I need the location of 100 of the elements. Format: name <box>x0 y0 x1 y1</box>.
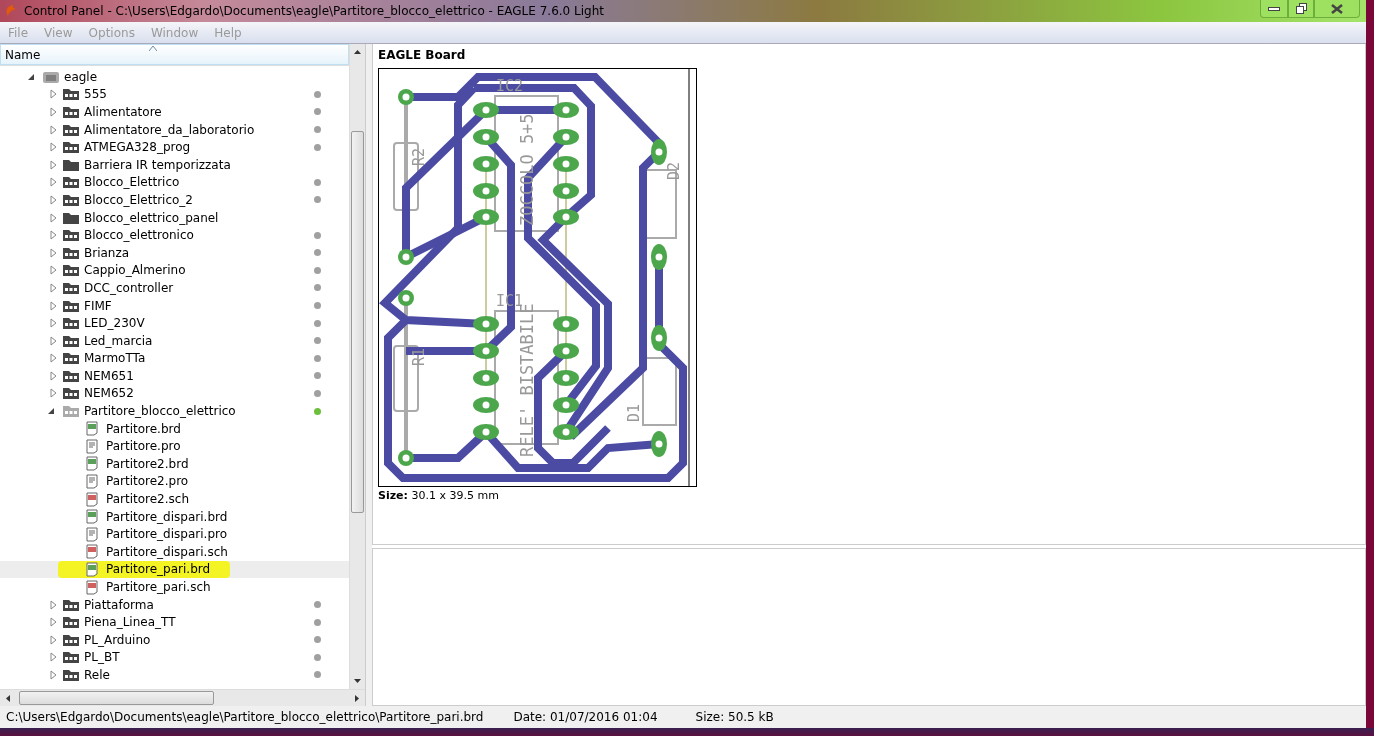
project-folder-icon <box>62 105 80 119</box>
tree-row[interactable]: Blocco_elettronico <box>0 226 349 244</box>
tree-item-label: NEM651 <box>84 368 134 383</box>
tree-item-label: Partitore_dispari.sch <box>106 544 228 559</box>
project-folder-icon <box>62 175 80 190</box>
tree-row[interactable]: Led_marcia <box>0 331 349 350</box>
tree-row[interactable]: FIMF <box>0 296 349 315</box>
tree-row[interactable]: Rele <box>0 666 349 684</box>
tree-row[interactable]: 555 <box>0 85 349 104</box>
tree-item-label: Blocco_Elettrico_2 <box>84 192 193 207</box>
board-file-icon <box>86 561 98 577</box>
project-folder-icon <box>62 615 80 630</box>
text-file-icon <box>86 473 98 489</box>
tree-row[interactable]: PL_BT <box>0 648 349 667</box>
tree-item-label: Partitore_dispari.brd <box>106 509 228 524</box>
tree-item-label: Partitore.pro <box>106 439 181 454</box>
drive-icon <box>42 69 60 84</box>
tree-item-label: DCC_controller <box>84 280 174 295</box>
project-folder-icon <box>62 597 80 612</box>
tree-row[interactable]: Partitore2.pro <box>0 472 349 491</box>
project-folder-icon <box>62 333 80 348</box>
project-folder-icon <box>62 632 80 647</box>
tree-row[interactable]: Piattaforma <box>0 595 349 614</box>
project-folder-icon <box>62 404 80 419</box>
tree-row[interactable]: Blocco_elettrico_panel <box>0 208 349 227</box>
tree-item-label: Partitore.brd <box>106 421 181 436</box>
tree-row[interactable]: Brianza <box>0 243 349 262</box>
tree-row[interactable]: Partitore_dispari.sch <box>0 543 349 561</box>
tree-item-label: Brianza <box>84 245 130 260</box>
tree-row[interactable]: PL_Arduino <box>0 631 349 649</box>
tree-item-label: Partitore2.sch <box>106 492 190 507</box>
tree-row[interactable]: Alimentatore_da_laboratorio <box>0 120 349 139</box>
tree-row[interactable]: Partitore_dispari.brd <box>0 507 349 526</box>
project-folder-icon <box>62 87 80 102</box>
close-button[interactable] <box>1314 0 1360 18</box>
text-file-icon <box>86 526 98 542</box>
tree-item-label: Partitore_blocco_elettrico <box>84 404 236 419</box>
tree-item-label: Partitore2.pro <box>106 474 189 489</box>
tree-row[interactable]: Piena_Linea_TT <box>0 613 349 631</box>
project-folder-icon <box>62 280 80 295</box>
project-folder-icon <box>62 122 80 137</box>
preview-title: EAGLE Board <box>378 48 467 62</box>
restore-button[interactable] <box>1288 0 1314 18</box>
tree-row[interactable]: MarmoTTa <box>0 349 349 368</box>
folder-icon <box>62 157 80 172</box>
project-folder-icon <box>62 263 80 278</box>
tree-item-label: 555 <box>84 87 107 102</box>
tree-row[interactable]: eagle <box>0 68 349 86</box>
tree-item-label: Blocco_elettronico <box>84 228 194 243</box>
tree-item-label: Blocco_elettrico_panel <box>84 210 219 225</box>
close-icon <box>1331 3 1343 14</box>
restore-icon <box>1295 3 1307 14</box>
vertical-scrollbar[interactable] <box>349 44 365 689</box>
tree-row[interactable]: Partitore.pro <box>0 437 349 456</box>
tree-item-label: Alimentatore_da_laboratorio <box>84 122 255 137</box>
schematic-file-icon <box>86 544 98 560</box>
tree-row[interactable]: Partitore_dispari.pro <box>0 525 349 544</box>
project-folder-icon <box>62 351 80 366</box>
selected-tree-row[interactable]: Partitore_pari.brd <box>0 560 349 579</box>
tree-row[interactable]: Alimentatore <box>0 103 349 121</box>
schematic-file-icon <box>86 491 98 507</box>
minimize-button[interactable] <box>1260 0 1288 18</box>
tree-row[interactable]: Blocco_Elettrico_2 <box>0 191 349 209</box>
tree-row[interactable]: Partitore_pari.sch <box>0 578 349 596</box>
folder-icon <box>62 210 80 225</box>
tree-item-label: Partitore_pari.sch <box>106 580 211 594</box>
tree-row[interactable]: Partitore_blocco_elettrico <box>0 402 349 420</box>
tree-item-label: Partitore2.brd <box>106 456 189 471</box>
tree-row[interactable]: ATMEGA328_prog <box>0 138 349 156</box>
board-label: ZOCCOLO 5+5 <box>517 113 537 226</box>
tree-row[interactable]: Partitore2.sch <box>0 490 349 508</box>
file-date: Date: 01/07/2016 01:04 <box>513 710 658 724</box>
project-folder-icon <box>62 650 80 665</box>
tree-item-label: PL_BT <box>84 650 120 665</box>
file-size: Size: 50.5 kB <box>695 710 774 724</box>
tree-item-label: Partitore_dispari.pro <box>106 527 227 542</box>
board-file-icon <box>86 456 98 472</box>
tree-row[interactable]: Barriera IR temporizzata <box>0 155 349 174</box>
name-column-header[interactable]: Name <box>0 44 349 65</box>
project-folder-icon <box>62 368 80 383</box>
board-size: Size: 30.1 x 39.5 mm <box>378 489 500 502</box>
tree-row[interactable]: Partitore2.brd <box>0 455 349 473</box>
app-logo-icon <box>4 4 18 18</box>
project-folder-icon <box>62 245 80 260</box>
tree-row[interactable]: Partitore.brd <box>0 419 349 438</box>
tree-row[interactable]: DCC_controller <box>0 279 349 297</box>
tree-item-label: NEM652 <box>84 386 134 401</box>
tree-row[interactable]: NEM652 <box>0 384 349 403</box>
tree-item-label: Led_marcia <box>84 333 153 348</box>
tree-row[interactable]: Cappio_Almerino <box>0 261 349 280</box>
file-path: C:\Users\Edgardo\Documents\eagle\Partitore_blocco_elettrico\Partitore_pari.brd <box>6 710 484 724</box>
tree-item-label: eagle <box>64 69 98 84</box>
project-folder-icon <box>62 316 80 331</box>
tree-row[interactable]: NEM651 <box>0 367 349 385</box>
project-folder-icon <box>62 298 80 313</box>
project-folder-icon <box>62 386 80 401</box>
horizontal-scrollbar[interactable] <box>0 689 365 706</box>
minimize-icon <box>1268 6 1280 11</box>
tree-row[interactable]: LED_230V <box>0 314 349 332</box>
tree-row[interactable]: Blocco_Elettrico <box>0 173 349 192</box>
